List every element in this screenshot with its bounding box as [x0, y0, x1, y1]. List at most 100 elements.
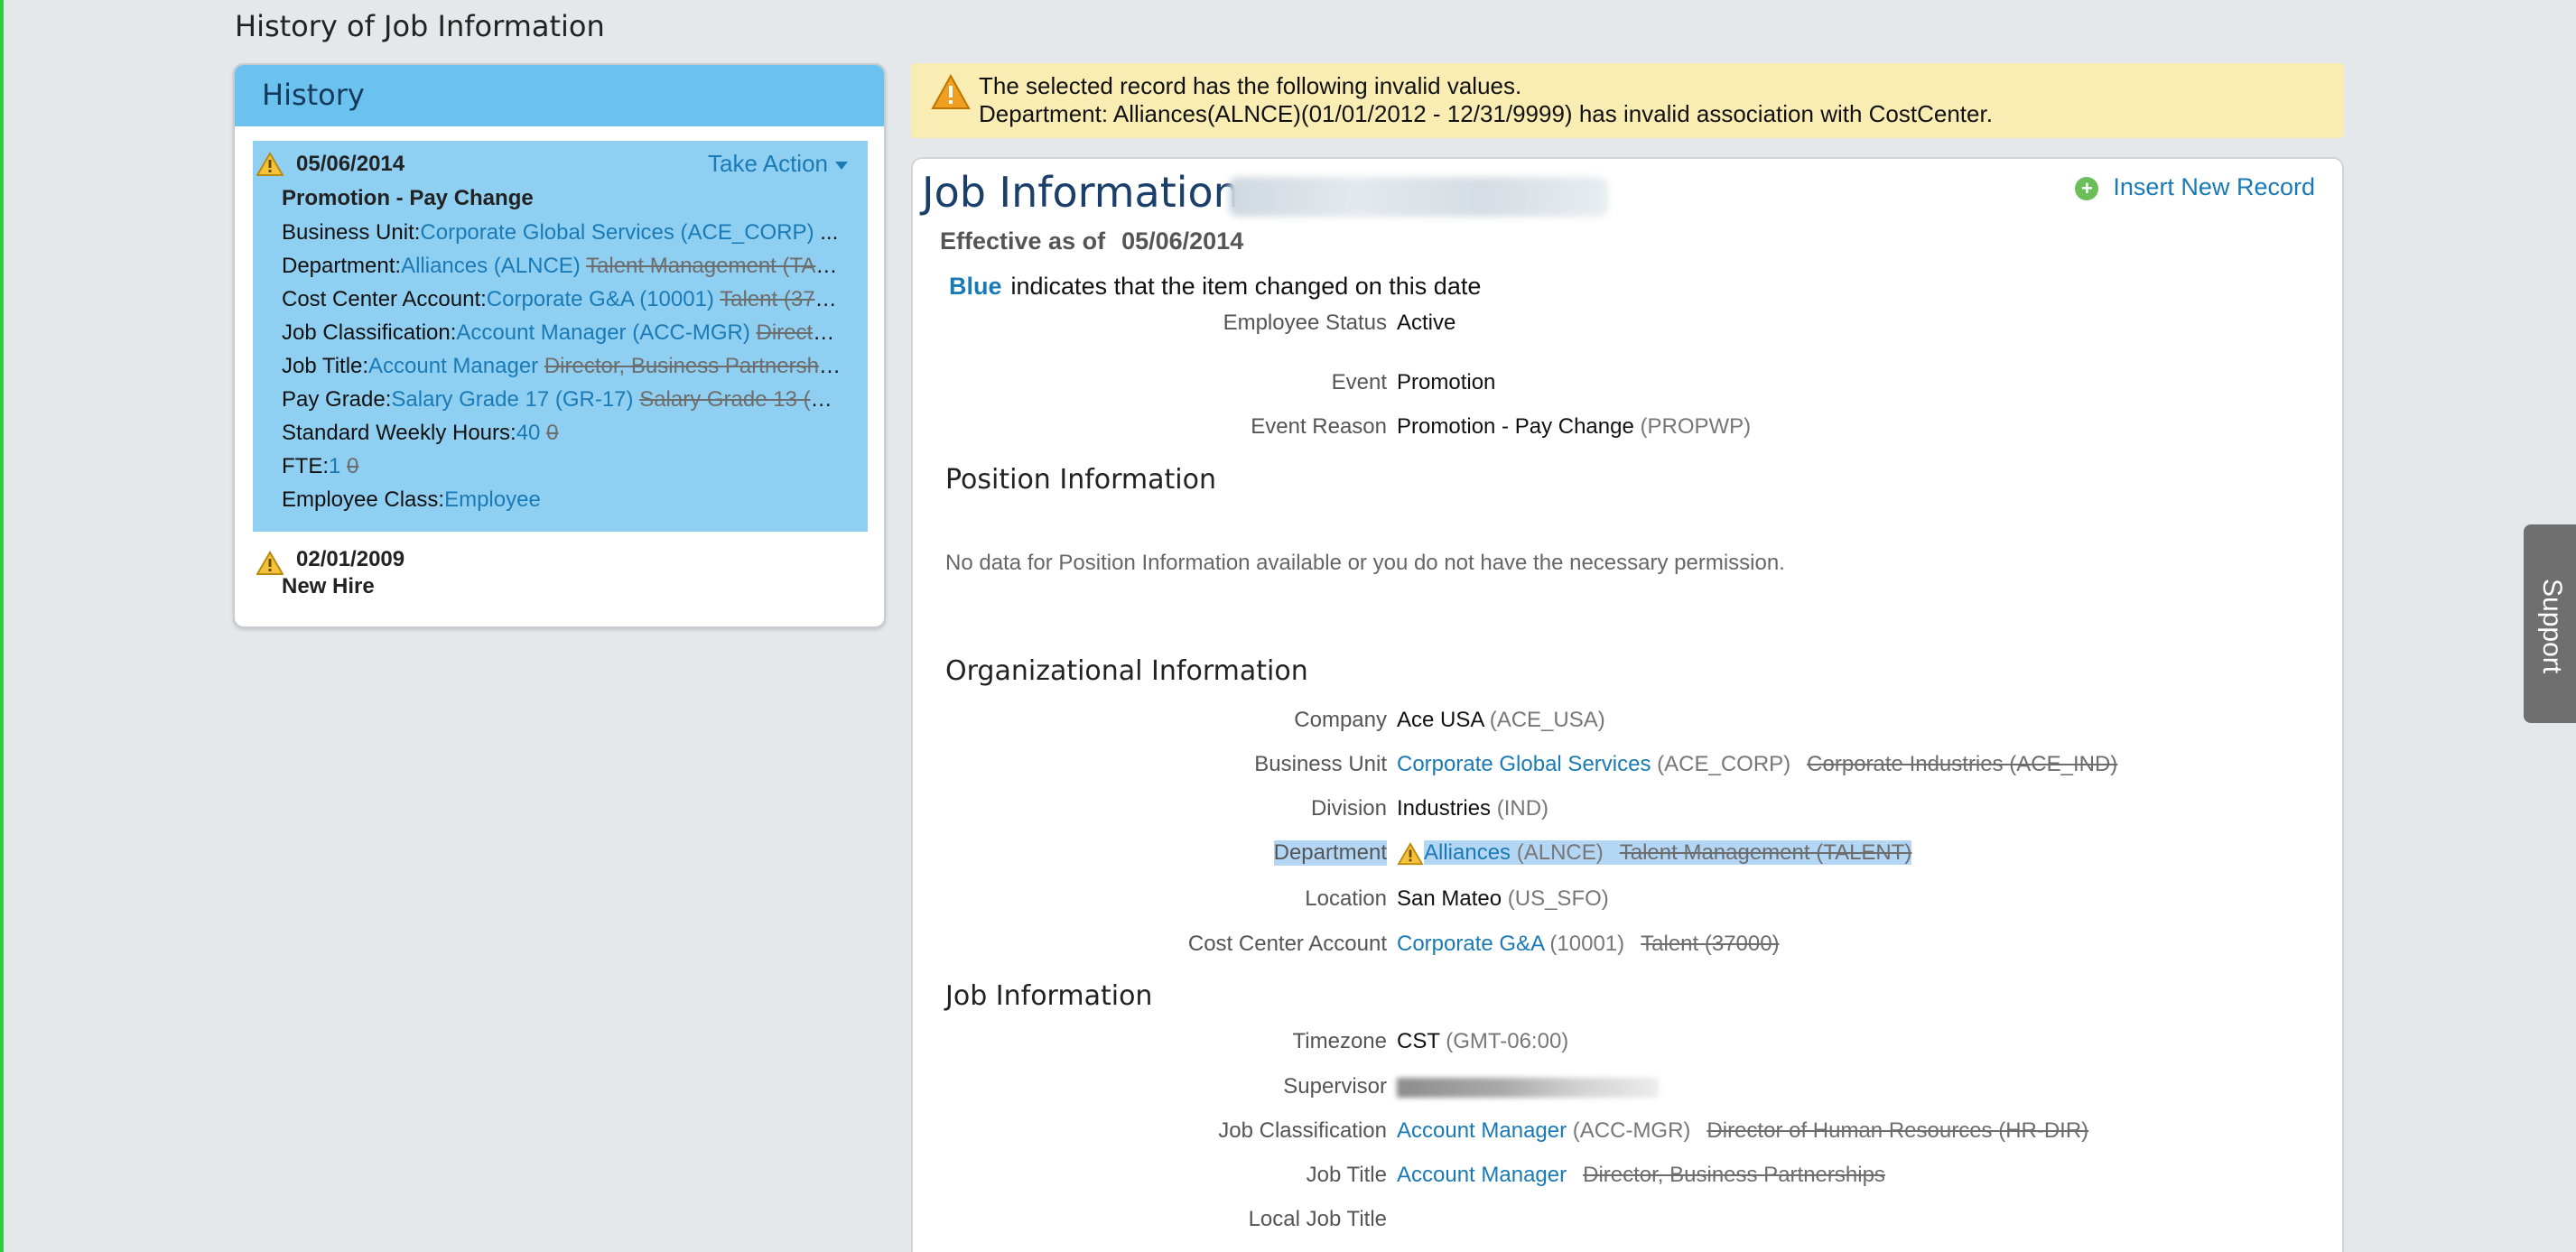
value-text: Promotion - Pay Change	[1397, 414, 1634, 439]
field-label: Cost Center Account	[1187, 932, 1387, 956]
line-old-value: ...	[820, 220, 839, 245]
old-value: Corporate Industries (ACE_IND)	[1807, 752, 2118, 776]
page-title: History of Job Information	[235, 9, 605, 43]
insert-new-record-button[interactable]: + Insert New Record	[2075, 173, 2315, 201]
line-label: Standard Weekly Hours:	[282, 421, 516, 445]
field-supervisor: Supervisor	[913, 1074, 2346, 1105]
field-label: Business Unit	[1254, 752, 1387, 776]
line-new-value[interactable]: Salary Grade 17 (GR-17)	[391, 387, 633, 412]
entry-title: New Hire	[282, 574, 375, 598]
field-event: Event Promotion	[913, 370, 2346, 401]
value-code: (10001)	[1549, 932, 1625, 956]
value-link[interactable]: Alliances	[1424, 840, 1511, 865]
value-code: (ACE_CORP)	[1657, 752, 1791, 776]
history-line-department: Department:Alliances (ALNCE) Talent Mana…	[282, 254, 842, 279]
take-action-button[interactable]: Take Action	[708, 150, 848, 178]
field-label: Event	[1331, 370, 1387, 394]
field-department: Department Alliances (ALNCE) Talent Manag…	[913, 840, 2346, 871]
line-label: Employee Class:	[282, 487, 445, 512]
field-value: Industries (IND)	[1397, 796, 1548, 821]
field-business-unit: Business Unit Corporate Global Services …	[913, 752, 2346, 783]
field-employee-status: Employee Status Active	[913, 311, 2346, 341]
legend-text: indicates that the item changed on this …	[1010, 273, 1482, 300]
value-link[interactable]: Corporate Global Services	[1397, 752, 1651, 776]
field-local-job-title: Local Job Title	[913, 1207, 2346, 1238]
value-link[interactable]: Account Manager	[1397, 1163, 1567, 1187]
line-new-value[interactable]: Corporate Global Services (ACE_CORP)	[420, 220, 814, 245]
line-old-value: Salary Grade 13 (GR-13)	[639, 387, 842, 412]
line-label: FTE:	[282, 454, 329, 478]
job-information-title: Job Information:	[922, 168, 1254, 217]
line-old-value: 0	[546, 421, 559, 445]
line-new-value[interactable]: Alliances (ALNCE)	[401, 254, 581, 278]
effective-as-of: Effective as of 05/06/2014	[940, 227, 1243, 255]
field-value: CST (GMT-06:00)	[1397, 1029, 1568, 1054]
history-header: History	[235, 65, 884, 126]
field-value: Promotion - Pay Change (PROPWP)	[1397, 414, 1751, 440]
line-label: Business Unit:	[282, 220, 421, 245]
line-new-value[interactable]: Account Manager (ACC-MGR)	[456, 320, 749, 345]
value-code: (US_SFO)	[1507, 886, 1609, 911]
history-line-job-classification: Job Classification:Account Manager (ACC-…	[282, 320, 842, 346]
line-old-value: Director, Business Partnerships	[544, 354, 842, 378]
field-label: Job Classification	[1218, 1118, 1387, 1143]
field-value: Account Manager Director, Business Partne…	[1397, 1163, 1885, 1188]
field-timezone: Timezone CST (GMT-06:00)	[913, 1029, 2346, 1060]
field-value: Corporate Global Services (ACE_CORP) Corp…	[1397, 752, 2117, 777]
entry-title: Promotion - Pay Change	[282, 186, 534, 210]
field-job-title: Job Title Account Manager Director, Busin…	[913, 1163, 2346, 1193]
field-value: Promotion	[1397, 370, 1496, 394]
take-action-label: Take Action	[708, 150, 828, 177]
old-value: Director of Human Resources (HR-DIR)	[1706, 1118, 2089, 1143]
field-label: Job Title	[1306, 1163, 1387, 1187]
old-value: Talent (37000)	[1641, 932, 1780, 956]
field-value: Ace USA (ACE_USA)	[1397, 708, 1605, 733]
insert-new-record-label: Insert New Record	[2113, 173, 2315, 200]
line-label: Pay Grade:	[282, 387, 392, 412]
field-label: Local Job Title	[1248, 1207, 1387, 1231]
line-label: Cost Center Account:	[282, 287, 487, 311]
chevron-down-icon	[835, 161, 848, 170]
job-information-panel: Job Information: + Insert New Record Effe…	[911, 157, 2344, 1252]
value-code: (ACE_USA)	[1489, 708, 1605, 732]
line-old-value: Talent Management (TALENT)	[586, 254, 842, 278]
line-old-value: 0	[347, 454, 359, 478]
line-label: Job Title:	[282, 354, 369, 378]
line-new-value[interactable]: Employee	[444, 487, 541, 512]
field-label: Company	[1294, 708, 1387, 732]
history-entry-selected[interactable]: 05/06/2014 Take Action Promotion - Pay C…	[253, 141, 868, 532]
value-link[interactable]: Corporate G&A	[1397, 932, 1544, 956]
legend-blue: Blue	[949, 273, 1002, 300]
line-new-value[interactable]: 40	[516, 421, 541, 445]
history-panel: History 05/06/2014 Take Action Promotion…	[233, 63, 886, 628]
plus-icon: +	[2075, 176, 2099, 200]
line-new-value[interactable]: Corporate G&A (10001)	[487, 287, 714, 311]
field-label: Supervisor	[1283, 1074, 1387, 1099]
line-label: Department:	[282, 254, 402, 278]
value-link[interactable]: Account Manager	[1397, 1118, 1567, 1143]
field-label: Division	[1310, 796, 1387, 821]
warning-icon	[256, 152, 284, 176]
field-cost-center-account: Cost Center Account Corporate G&A (10001…	[913, 932, 2346, 962]
warning-icon	[931, 74, 971, 109]
line-old-value: Talent (37000)	[720, 287, 842, 311]
old-value: Talent Management (TALENT)	[1619, 840, 1912, 865]
value-code: (IND)	[1496, 796, 1549, 821]
effective-date: 05/06/2014	[1121, 227, 1244, 255]
alert-line-2: Department: Alliances(ALNCE)(01/01/2012 …	[979, 100, 1993, 127]
value-text: San Mateo	[1397, 886, 1502, 911]
alert-text: The selected record has the following in…	[979, 72, 1993, 128]
old-value: Director, Business Partnerships	[1583, 1163, 1885, 1187]
line-new-value[interactable]: 1	[329, 454, 340, 478]
field-company: Company Ace USA (ACE_USA)	[913, 708, 2346, 738]
history-line-pay-grade: Pay Grade:Salary Grade 17 (GR-17) Salary…	[282, 387, 842, 413]
invalid-values-alert: The selected record has the following in…	[911, 63, 2344, 138]
effective-label: Effective as of	[940, 227, 1106, 255]
field-value: Corporate G&A (10001) Talent (37000)	[1397, 932, 1780, 957]
field-value	[1397, 1074, 1659, 1099]
field-value: Active	[1397, 311, 1456, 335]
support-tab[interactable]: Support	[2524, 524, 2576, 723]
history-entry[interactable]: 02/01/2009 New Hire	[253, 542, 868, 614]
line-new-value[interactable]: Account Manager	[368, 354, 538, 378]
section-position-information: Position Information	[945, 464, 1216, 496]
